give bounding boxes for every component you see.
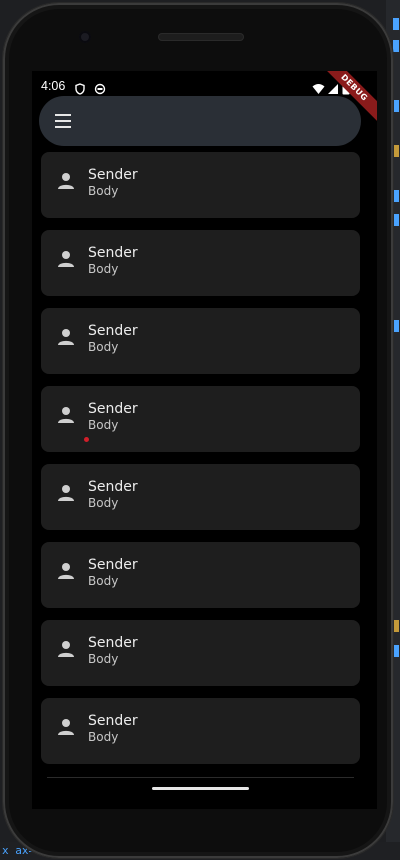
message-body: Body [88,184,119,198]
message-body: Body [88,262,119,276]
person-icon [56,561,76,581]
phone-screen: 4:06 DEBUG Sender Body Sender Body Sende… [32,71,377,809]
unread-indicator [84,437,89,442]
wifi-icon [312,80,325,94]
person-icon [56,717,76,737]
person-icon [56,405,76,425]
person-icon [56,639,76,659]
message-sender: Sender [88,557,138,573]
message-card[interactable]: Sender Body [41,152,360,218]
message-sender: Sender [88,167,138,183]
person-icon [56,171,76,191]
message-list: Sender Body Sender Body Sender Body Send… [41,152,360,776]
message-body: Body [88,340,119,354]
cloud-sync-icon [94,80,106,95]
ide-marker [393,320,399,332]
message-card[interactable]: Sender Body [41,308,360,374]
message-sender: Sender [88,245,138,261]
shield-icon [74,80,86,95]
person-icon [56,327,76,347]
ide-marker [393,40,399,52]
person-icon [56,249,76,269]
phone-frame: 4:06 DEBUG Sender Body Sender Body Sende… [3,3,393,858]
message-sender: Sender [88,713,138,729]
message-body: Body [88,652,119,666]
message-sender: Sender [88,479,138,495]
message-body: Body [88,730,119,744]
message-card[interactable]: Sender Body [41,464,360,530]
message-body: Body [88,574,119,588]
message-sender: Sender [88,635,138,651]
ide-marker [393,190,399,202]
message-sender: Sender [88,401,138,417]
app-bar [39,96,361,146]
ide-marker [393,145,399,157]
ide-marker [393,100,399,112]
message-body: Body [88,418,119,432]
navigation-divider [47,777,354,778]
home-indicator[interactable] [152,787,249,790]
message-body: Body [88,496,119,510]
message-card[interactable]: Sender Body [41,386,360,452]
ide-marker [393,620,399,632]
hamburger-menu-icon[interactable] [53,112,73,130]
ide-marker [393,18,399,30]
message-sender: Sender [88,323,138,339]
front-camera [79,31,91,43]
message-card[interactable]: Sender Body [41,698,360,764]
message-card[interactable]: Sender Body [41,230,360,296]
ide-marker [393,214,399,226]
status-bar: 4:06 [32,75,377,97]
ide-marker [393,645,399,657]
status-time: 4:06 [41,79,66,93]
person-icon [56,483,76,503]
message-card[interactable]: Sender Body [41,620,360,686]
message-card[interactable]: Sender Body [41,542,360,608]
earpiece-speaker [158,33,244,41]
